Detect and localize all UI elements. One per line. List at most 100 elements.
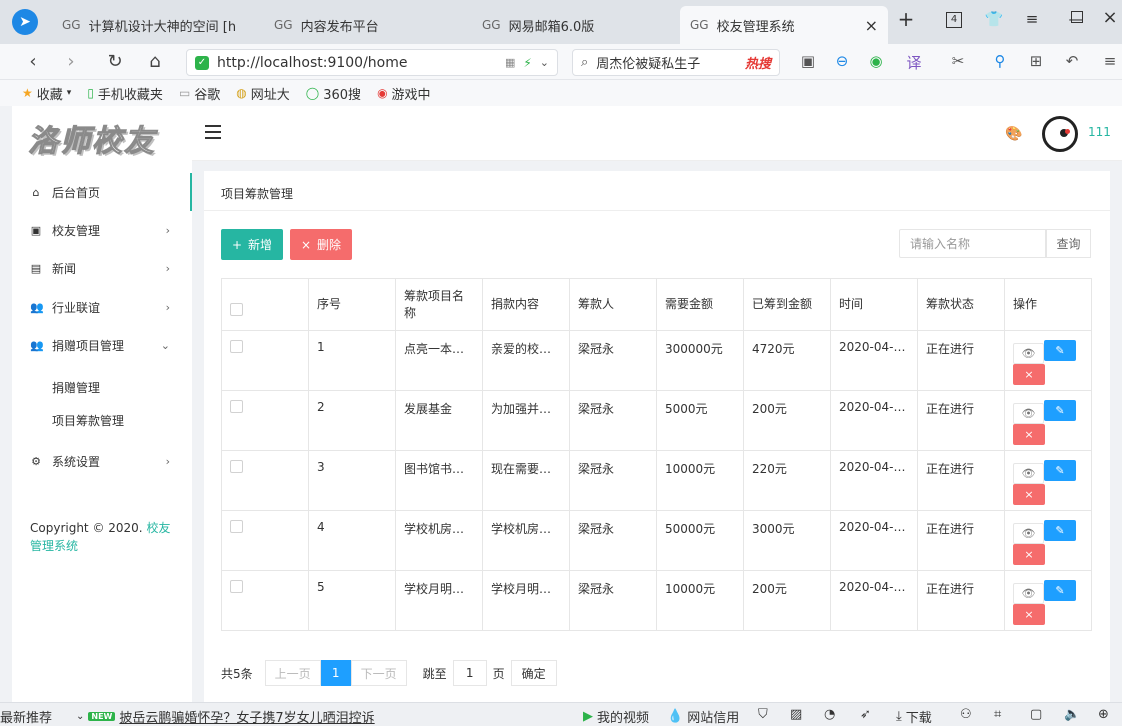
- cell-person: 梁冠永: [569, 570, 657, 631]
- maximize-icon[interactable]: [1071, 11, 1083, 23]
- sidebar-item-industry[interactable]: 👥 行业联谊 ›: [12, 288, 192, 326]
- bookmark-item[interactable]: ★ 收藏 ▾: [22, 84, 71, 103]
- home-icon: ⌂: [32, 185, 40, 199]
- news-headline[interactable]: 披岳云鹏骗婚怀孕？女子携7岁女儿晒泪控诉: [119, 707, 374, 726]
- username[interactable]: 111: [1088, 125, 1111, 139]
- bookmark-item[interactable]: ◍ 网址大: [236, 84, 290, 103]
- next-page-button[interactable]: 下一页: [350, 660, 407, 686]
- view-eye-icon[interactable]: 👁: [1013, 523, 1044, 544]
- delete-row-icon[interactable]: ×: [1013, 424, 1045, 445]
- browser-tab-1[interactable]: GG 计算机设计大神的空间 [h: [52, 6, 260, 44]
- shield-icon[interactable]: ⛉: [758, 707, 768, 722]
- goto-page-input[interactable]: [452, 660, 487, 686]
- reload-icon[interactable]: ↻: [104, 51, 126, 73]
- speedometer-icon[interactable]: ◔: [824, 707, 835, 722]
- select-all-checkbox[interactable]: [230, 302, 243, 316]
- scissors-icon[interactable]: ✂: [948, 52, 968, 70]
- edit-pencil-icon[interactable]: ✎: [1044, 340, 1076, 361]
- prev-page-button[interactable]: 上一页: [264, 660, 321, 686]
- delete-row-icon[interactable]: ×: [1013, 484, 1045, 505]
- new-tab-icon[interactable]: +: [896, 7, 916, 31]
- palette-icon[interactable]: 🎨: [1005, 126, 1022, 142]
- browser-logo-icon[interactable]: ➤: [12, 9, 38, 35]
- tab-close-icon[interactable]: ×: [865, 16, 878, 35]
- sidebar-item-news[interactable]: ▤ 新闻 ›: [12, 249, 192, 287]
- shirt-icon[interactable]: 👕: [984, 10, 1004, 28]
- add-button[interactable]: + 新增: [221, 229, 283, 260]
- chevron-down-icon[interactable]: ⌄: [540, 56, 549, 69]
- row-checkbox[interactable]: [230, 460, 243, 473]
- view-eye-icon[interactable]: 👁: [1013, 463, 1044, 484]
- browser-tab-2[interactable]: GG 内容发布平台: [264, 6, 470, 44]
- avatar[interactable]: [1042, 116, 1078, 152]
- sidebar-item-settings[interactable]: ⚙ 系统设置 ›: [12, 442, 192, 480]
- extension-icon[interactable]: ▣: [798, 52, 818, 70]
- hamburger-icon[interactable]: [205, 125, 221, 139]
- minus-circle-icon[interactable]: ⊖: [832, 52, 852, 70]
- qr-icon[interactable]: ▦: [505, 56, 515, 69]
- browser-tab-active[interactable]: GG 校友管理系统 ×: [680, 6, 888, 44]
- edit-pencil-icon[interactable]: ✎: [1044, 400, 1076, 421]
- home-browser-icon[interactable]: ⌂: [144, 51, 166, 73]
- bookmark-item[interactable]: ▭ 谷歌: [179, 84, 220, 103]
- lightning-icon[interactable]: ⚡: [523, 56, 531, 70]
- zoom-icon[interactable]: ⊕: [1098, 707, 1109, 722]
- translate-icon[interactable]: 译: [904, 52, 924, 73]
- row-checkbox[interactable]: [230, 580, 243, 593]
- bookmark-item[interactable]: ▯ 手机收藏夹: [87, 84, 163, 103]
- sidebar-subitem-donation[interactable]: 捐赠管理: [52, 379, 100, 396]
- delete-row-icon[interactable]: ×: [1013, 604, 1045, 625]
- page-number-button[interactable]: 1: [320, 660, 351, 686]
- sidebar-item-donation-projects[interactable]: 👥 捐赠项目管理 ⌄: [12, 326, 192, 364]
- bookmark-label: 收藏: [36, 87, 63, 103]
- site-credit-link[interactable]: 💧 网站信用: [667, 707, 739, 726]
- delete-button[interactable]: × 删除: [290, 229, 352, 260]
- row-checkbox[interactable]: [230, 400, 243, 413]
- app-header: [192, 106, 1122, 161]
- edit-pencil-icon[interactable]: ✎: [1044, 520, 1076, 541]
- search-button[interactable]: 查询: [1046, 229, 1091, 258]
- crop-icon[interactable]: ⌗: [994, 707, 1001, 722]
- bookmark-item[interactable]: ◯ 360搜: [306, 84, 361, 103]
- edit-pencil-icon[interactable]: ✎: [1044, 460, 1076, 481]
- sidebar-item-dashboard[interactable]: ⌂ 后台首页: [12, 173, 192, 211]
- magnifier-icon[interactable]: ⚲: [990, 52, 1010, 70]
- goto-confirm-button[interactable]: 确定: [510, 660, 557, 686]
- delete-row-icon[interactable]: ×: [1013, 544, 1045, 565]
- sidebar-item-alumni[interactable]: ▣ 校友管理 ›: [12, 211, 192, 249]
- green-circle-icon[interactable]: ◉: [866, 52, 886, 70]
- plus-icon: +: [231, 237, 243, 252]
- volume-icon[interactable]: 🔈: [1064, 707, 1080, 722]
- grid-icon[interactable]: ⊞: [1026, 52, 1046, 70]
- bookmark-item[interactable]: ◉ 游戏中: [377, 84, 431, 103]
- undo-icon[interactable]: ↶: [1062, 52, 1082, 70]
- row-checkbox[interactable]: [230, 520, 243, 533]
- people-icon[interactable]: ⚇: [960, 707, 972, 722]
- browser-search-box[interactable]: ⌕ 周杰伦被疑私生子 热搜: [572, 49, 780, 76]
- menu-icon[interactable]: ≡: [1022, 10, 1042, 28]
- window-icon[interactable]: ▢: [1030, 707, 1042, 722]
- delete-row-icon[interactable]: ×: [1013, 364, 1045, 385]
- my-video-link[interactable]: ▶ 我的视频: [583, 707, 649, 726]
- news-ticker[interactable]: ⌄ NEW 披岳云鹏骗婚怀孕？女子携7岁女儿晒泪控诉: [76, 707, 375, 726]
- cell-id: 1: [308, 330, 396, 391]
- edit-pencil-icon[interactable]: ✎: [1044, 580, 1076, 601]
- recommend-label[interactable]: 最新推荐: [0, 707, 52, 726]
- back-icon[interactable]: ‹: [22, 51, 44, 73]
- window-close-icon[interactable]: ×: [1100, 7, 1120, 28]
- view-eye-icon[interactable]: 👁: [1013, 403, 1044, 424]
- row-checkbox[interactable]: [230, 340, 243, 353]
- more-menu-icon[interactable]: ≡: [1100, 52, 1120, 70]
- browser-tab-3[interactable]: GG 网易邮箱6.0版: [472, 6, 678, 44]
- name-search-input[interactable]: [899, 229, 1046, 258]
- sidebar-subitem-fundraising[interactable]: 项目筹款管理: [52, 412, 124, 429]
- view-eye-icon[interactable]: 👁: [1013, 343, 1044, 364]
- hot-search-label[interactable]: 热搜: [745, 53, 771, 72]
- view-eye-icon[interactable]: 👁: [1013, 583, 1044, 604]
- tab-count-icon[interactable]: 4: [946, 12, 962, 28]
- download-link[interactable]: ⤓ 下载: [896, 707, 932, 726]
- address-bar[interactable]: ✓ http://localhost:9100/home ▦ ⚡ ⌄: [186, 49, 558, 76]
- rocket-icon[interactable]: ➶: [860, 707, 871, 722]
- image-icon[interactable]: ▨: [790, 707, 802, 722]
- forward-icon[interactable]: ›: [60, 51, 82, 73]
